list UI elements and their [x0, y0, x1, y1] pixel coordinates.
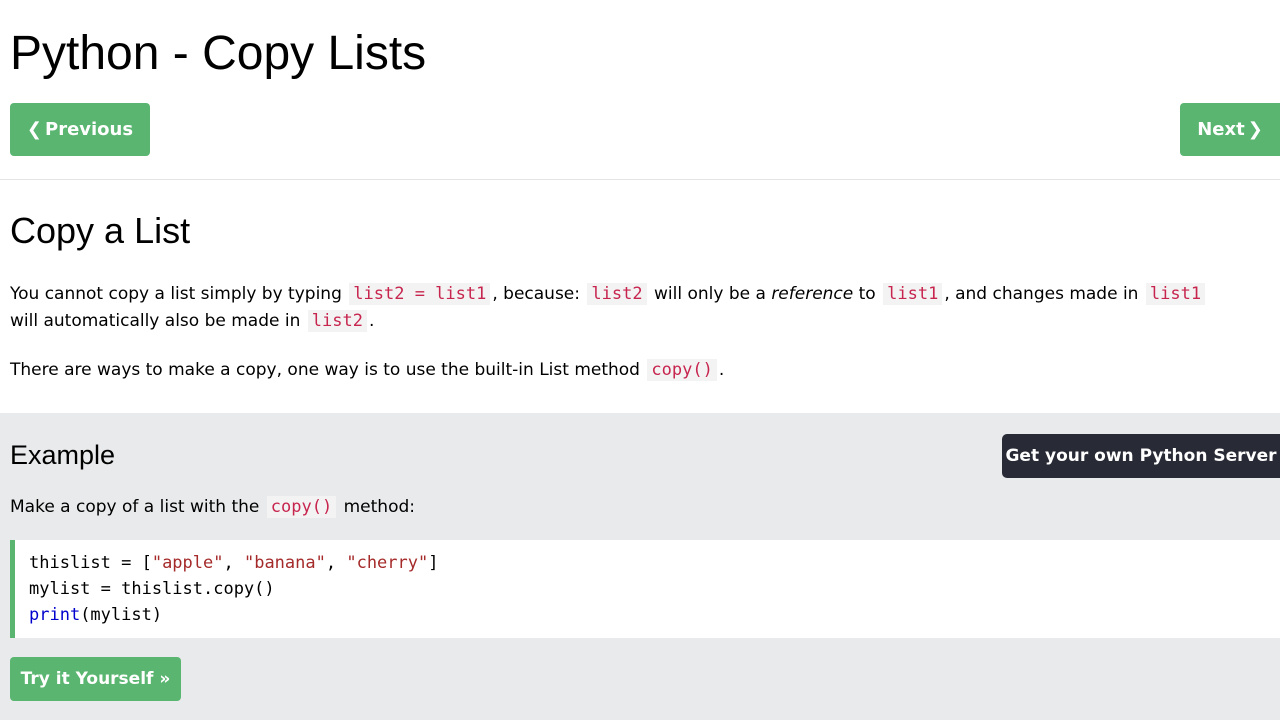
code-text: ,: [325, 553, 347, 573]
get-python-server-button[interactable]: Get your own Python Server: [1002, 434, 1280, 478]
chevron-left-icon: ❮: [26, 119, 42, 140]
text: method:: [343, 497, 415, 517]
code-text: ,: [223, 553, 244, 573]
code-text: ]: [428, 553, 439, 573]
inline-code: copy(): [266, 496, 337, 518]
text: to: [858, 284, 876, 304]
text: Make a copy of a list with the: [10, 497, 260, 517]
inline-code: list2: [587, 283, 647, 305]
previous-button[interactable]: ❮ Previous: [10, 103, 150, 156]
inline-code: list1: [883, 283, 943, 305]
text: , because:: [492, 284, 580, 304]
text: There are ways to make a copy, one way i…: [10, 360, 640, 380]
text: , and changes made in: [944, 284, 1139, 304]
next-button[interactable]: Next ❯: [1180, 103, 1280, 156]
emphasis-text: reference: [771, 284, 854, 304]
code-string: "apple": [151, 553, 224, 573]
inline-code: list2 = list1: [349, 283, 491, 305]
page: Python - Copy Lists ❮ Previous Next ❯ Co…: [0, 0, 1280, 720]
text: .: [368, 311, 375, 331]
code-line: thislist = ["apple", "banana", "cherry"]: [29, 550, 1280, 576]
code-string: "cherry": [346, 553, 429, 573]
text: .: [718, 360, 725, 380]
paragraph-copy-explanation-continued: will automatically also be made in list2…: [10, 308, 374, 335]
try-it-yourself-button[interactable]: Try it Yourself »: [10, 657, 181, 701]
text: will only be a: [653, 284, 766, 304]
chevron-right-icon: ❯: [1247, 119, 1263, 140]
inline-code: list2: [307, 310, 367, 332]
code-string: "banana": [243, 553, 326, 573]
example-title: Example: [10, 440, 116, 470]
inline-code: copy(): [647, 359, 717, 381]
code-text: (mylist): [80, 605, 163, 625]
inline-code: list1: [1145, 283, 1206, 305]
code-line: mylist = thislist.copy(): [29, 579, 275, 599]
divider: [0, 179, 1280, 180]
text: You cannot copy a list simply by typing: [10, 284, 342, 304]
code-line: print(mylist): [29, 602, 1280, 628]
paragraph-copy-explanation: You cannot copy a list simply by typing …: [10, 281, 1207, 308]
code-keyword: print: [29, 605, 81, 625]
paragraph-copy-method: There are ways to make a copy, one way i…: [10, 357, 724, 384]
text: will automatically also be made in: [10, 311, 301, 331]
code-text: thislist = [: [29, 553, 152, 573]
code-block: thislist = ["apple", "banana", "cherry"]…: [10, 540, 1280, 638]
previous-button-label: Previous: [45, 119, 134, 140]
page-title: Python - Copy Lists: [10, 27, 427, 80]
next-button-label: Next: [1197, 119, 1245, 140]
section-title: Copy a List: [10, 210, 191, 251]
example-description: Make a copy of a list with the copy() me…: [10, 494, 415, 521]
